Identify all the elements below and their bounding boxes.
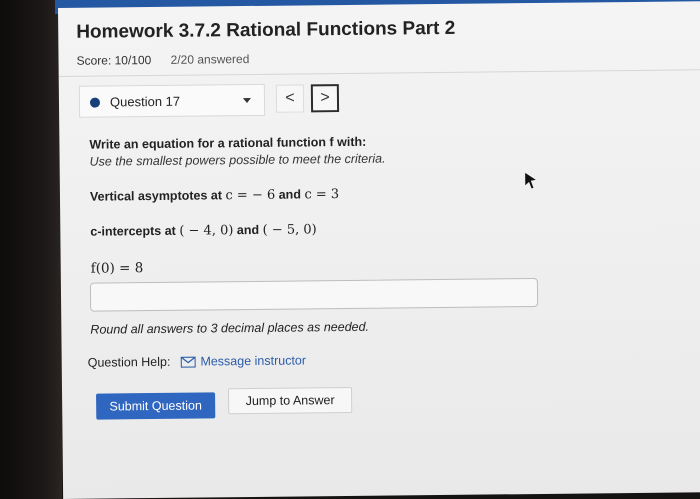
next-question-button[interactable]: > [310, 84, 340, 113]
mail-icon [180, 356, 196, 368]
question-help: Question Help: Message instructor [88, 353, 306, 369]
question-hint: Use the smallest powers possible to meet… [89, 151, 386, 169]
answer-input[interactable] [89, 277, 539, 312]
question-help-label: Question Help: [87, 354, 171, 370]
mouse-cursor-icon [524, 171, 538, 190]
previous-question-button[interactable]: < [275, 84, 305, 113]
question-select-label: Question 17 [109, 93, 181, 110]
intercept-criteria: c-intercepts at ( − 4, 0) and ( − 5, 0) [90, 222, 317, 239]
asymptote-criteria: Vertical asymptotes at c = − 6 and c = 3 [90, 187, 339, 205]
question-prompt: Write an equation for a rational functio… [89, 134, 367, 152]
answered-count: 2/20 answered [170, 51, 250, 67]
asymptote-and: and [278, 187, 301, 202]
homework-meta: Score: 10/100 2/20 answered [76, 52, 265, 68]
intercept-and: and [236, 222, 260, 238]
asymptote-value-2: c = 3 [304, 187, 340, 203]
score-text: Score: 10/100 [76, 53, 152, 68]
question-status-dot-icon [89, 97, 101, 108]
intercept-label: c-intercepts at [90, 223, 176, 239]
chevron-down-icon [242, 97, 252, 104]
question-select[interactable]: Question 17 [78, 83, 266, 118]
function-value: f(0) = 8 [90, 260, 144, 277]
intercept-value-2: ( − 5, 0) [262, 222, 317, 238]
page-title: Homework 3.7.2 Rational Functions Part 2 [76, 17, 456, 43]
submit-question-button[interactable]: Submit Question [96, 392, 216, 420]
jump-to-answer-button[interactable]: Jump to Answer [227, 386, 353, 415]
asymptote-value-1: c = − 6 [225, 187, 276, 204]
header-divider [58, 69, 700, 77]
asymptote-label: Vertical asymptotes at [89, 188, 223, 204]
monitor-bezel-left [0, 0, 62, 499]
message-instructor-link[interactable]: Message instructor [200, 353, 306, 368]
homework-page: Homework 3.7.2 Rational Functions Part 2… [58, 1, 700, 499]
question-body: Write an equation for a rational functio… [89, 133, 529, 277]
intercept-value-1: ( − 4, 0) [179, 223, 234, 239]
rounding-note: Round all answers to 3 decimal places as… [90, 319, 370, 337]
